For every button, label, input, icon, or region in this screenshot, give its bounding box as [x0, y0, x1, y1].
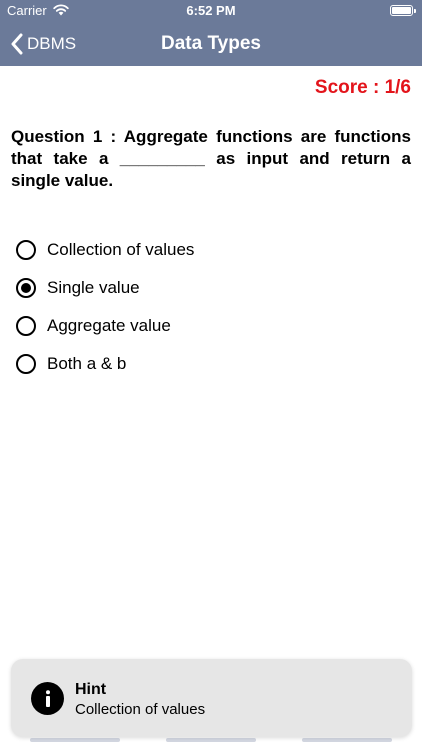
radio-button[interactable] — [16, 316, 36, 336]
score-label: Score : 1/6 — [314, 77, 411, 98]
bottom-tab-edges — [0, 738, 422, 750]
top-bar: Carrier 6:52 PM DBMS Data Types — [0, 0, 422, 66]
question-text: Question 1 : Aggregate functions are fun… — [11, 127, 411, 190]
tab-edge — [166, 738, 256, 742]
hint-banner[interactable]: Hint Collection of values — [11, 659, 412, 737]
option-single-value[interactable]: Single value — [16, 269, 406, 307]
battery-level — [392, 7, 411, 14]
answer-options: Collection of values Single value Aggreg… — [16, 231, 406, 383]
hint-text: Collection of values — [75, 701, 206, 718]
tab-edge — [302, 738, 392, 742]
option-label: Both a & b — [47, 354, 127, 373]
radio-button[interactable] — [16, 278, 36, 298]
option-label: Single value — [47, 278, 140, 297]
option-label: Collection of values — [47, 240, 195, 259]
option-label: Aggregate value — [47, 316, 171, 335]
navigation-bar: DBMS Data Types — [0, 22, 422, 66]
battery-icon — [390, 5, 416, 16]
info-icon — [31, 682, 64, 715]
page-title: Data Types — [161, 33, 261, 54]
status-bar: Carrier 6:52 PM — [0, 0, 422, 22]
option-aggregate-value[interactable]: Aggregate value — [16, 307, 406, 345]
option-both-a-and-b[interactable]: Both a & b — [16, 345, 406, 383]
radio-button[interactable] — [16, 354, 36, 374]
radio-button[interactable] — [16, 240, 36, 260]
info-glyph — [45, 690, 50, 707]
hint-title: Hint — [75, 681, 107, 698]
tab-edge — [30, 738, 120, 742]
status-time: 6:52 PM — [186, 3, 236, 18]
option-collection-of-values[interactable]: Collection of values — [16, 231, 406, 269]
